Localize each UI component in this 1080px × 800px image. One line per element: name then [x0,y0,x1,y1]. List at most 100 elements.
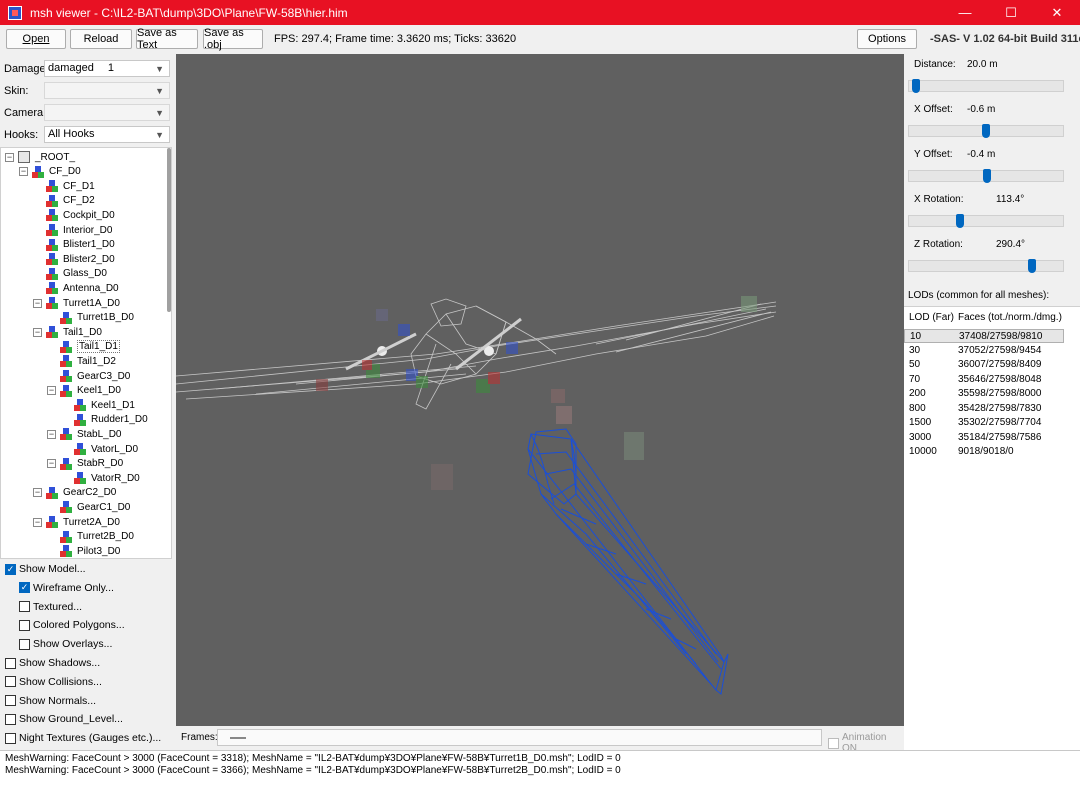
options-button[interactable]: Options [857,29,917,49]
mesh-node-icon [32,165,45,178]
lod-row[interactable]: 10 37408/27598/9810 [904,329,1064,343]
collapse-icon[interactable]: − [33,488,42,498]
save-as-obj-button[interactable]: Save as .obj [203,27,263,51]
slider-value: -0.4 m [967,149,996,160]
close-button[interactable]: ✕ [1034,0,1080,25]
mesh-hierarchy-tree[interactable]: − _ROOT_ − CF_D0 CF_D1 CF_D2 Cockpit_D0 Interio… [0,147,172,559]
slider-track[interactable] [908,259,1064,273]
tree-node[interactable]: Blister2_D0 [33,252,115,266]
camera-select[interactable]: ▼ [44,104,170,121]
reload-button[interactable]: Reload [70,29,132,49]
option-checkbox-row[interactable]: Show Normals... [5,693,96,709]
animation-checkbox[interactable] [828,737,839,749]
tree-node[interactable]: − Tail1_D0 [33,325,102,339]
tree-node[interactable]: − StabR_D0 [47,457,123,471]
lod-row[interactable]: 30 37052/27598/9454 [904,344,1064,358]
collapse-icon[interactable]: − [33,517,42,527]
option-checkbox-row[interactable]: Show Ground_Level... [5,711,123,727]
tree-node[interactable]: VatorR_D0 [61,471,140,485]
maximize-button[interactable]: ☐ [988,0,1034,25]
checkbox-checked[interactable]: ✓ [5,563,16,575]
skin-select[interactable]: ▼ [44,82,170,99]
lod-row[interactable]: 800 35428/27598/7830 [904,402,1064,416]
lod-row[interactable]: 3000 35184/27598/7586 [904,431,1064,445]
option-checkbox-row[interactable]: Colored Polygons... [19,617,125,633]
tree-node[interactable]: VatorL_D0 [61,442,138,456]
tree-node[interactable]: − Keel1_D0 [47,384,121,398]
save-as-text-button[interactable]: Save as Text [136,27,198,51]
tree-node[interactable]: GearC1_D0 [47,500,130,514]
tree-node[interactable]: − StabL_D0 [47,427,121,441]
collapse-icon[interactable]: − [33,327,42,337]
checkbox[interactable] [5,657,16,669]
tree-node[interactable]: Turret1B_D0 [47,311,134,325]
tree-node[interactable]: Tail1_D1 [47,340,120,354]
tree-node[interactable]: Interior_D0 [33,223,112,237]
frames-slider[interactable] [217,729,822,746]
checkbox[interactable] [19,619,30,631]
slider-track[interactable] [908,214,1064,228]
lod-row[interactable]: 10000 9018/9018/0 [904,445,1064,459]
tree-node[interactable]: Rudder1_D0 [61,413,148,427]
tree-node[interactable]: − _ROOT_ [5,150,75,164]
slider-thumb[interactable] [1028,259,1037,273]
lod-table[interactable]: LOD (Far) Faces (tot./norm./dmg.) 10 3740… [904,306,1080,750]
slider-track[interactable] [908,169,1064,183]
slider-thumb[interactable] [911,79,920,93]
tree-node[interactable]: − Turret1A_D0 [33,296,120,310]
hooks-select[interactable]: All Hooks ▼ [44,126,170,143]
minimize-button[interactable]: — [942,0,988,25]
option-checkbox-row[interactable]: Show Shadows... [5,655,100,671]
slider-thumb[interactable] [983,169,991,183]
checkbox[interactable] [5,676,16,688]
tree-node[interactable]: Turret2B_D0 [47,530,134,544]
lod-row[interactable]: 200 35598/27598/8000 [904,387,1064,401]
collapse-icon[interactable]: − [33,298,42,308]
collapse-icon[interactable]: − [47,386,56,396]
collapse-icon[interactable]: − [47,459,56,469]
slider-track[interactable] [908,79,1064,93]
tree-node[interactable]: CF_D1 [33,179,95,193]
tree-node[interactable]: Glass_D0 [33,267,107,281]
tree-node[interactable]: GearC3_D0 [47,369,130,383]
checkbox-checked[interactable]: ✓ [19,582,30,594]
option-checkbox-row[interactable]: Show Collisions... [5,674,102,690]
frames-slider-thumb[interactable] [230,737,246,739]
option-checkbox-row[interactable]: Night Textures (Gauges etc.)... [5,730,161,746]
collapse-icon[interactable]: − [47,429,56,439]
tree-node[interactable]: − Turret2A_D0 [33,515,120,529]
3d-viewport[interactable] [176,54,904,726]
option-checkbox-row[interactable]: ✓ Show Model... [5,561,86,577]
damage-select[interactable]: damaged 1 ▼ [44,60,170,77]
option-label: Textured... [33,600,83,613]
lod-row[interactable]: 50 36007/27598/8409 [904,358,1064,372]
checkbox[interactable] [5,695,16,707]
checkbox[interactable] [19,638,30,650]
checkbox[interactable] [19,601,30,613]
tree-node[interactable]: Cockpit_D0 [33,208,115,222]
collapse-icon[interactable]: − [5,152,14,162]
tree-node[interactable]: − CF_D0 [19,165,81,179]
tree-node[interactable]: Antenna_D0 [33,281,119,295]
tree-node[interactable]: Pilot3_D0 [47,544,120,558]
open-button[interactable]: Open [6,29,66,49]
lod-far-cell: 10 [910,331,922,342]
option-checkbox-row[interactable]: ✓ Wireframe Only... [19,580,114,596]
tree-scrollbar[interactable] [167,148,171,312]
slider-track[interactable] [908,124,1064,138]
checkbox[interactable] [5,732,16,744]
tree-node[interactable]: − GearC2_D0 [33,486,116,500]
slider-thumb[interactable] [955,214,964,228]
slider-thumb[interactable] [981,124,990,138]
tree-node[interactable]: Tail1_D2 [47,354,116,368]
option-checkbox-row[interactable]: Show Overlays... [19,636,112,652]
collapse-icon[interactable]: − [19,167,28,177]
lod-faces-cell: 35598/27598/8000 [958,388,1042,399]
tree-node[interactable]: CF_D2 [33,194,95,208]
option-checkbox-row[interactable]: Textured... [19,599,82,615]
lod-row[interactable]: 70 35646/27598/8048 [904,373,1064,387]
lod-row[interactable]: 1500 35302/27598/7704 [904,416,1064,430]
tree-node[interactable]: Blister1_D0 [33,238,115,252]
tree-node[interactable]: Keel1_D1 [61,398,135,412]
checkbox[interactable] [5,713,16,725]
